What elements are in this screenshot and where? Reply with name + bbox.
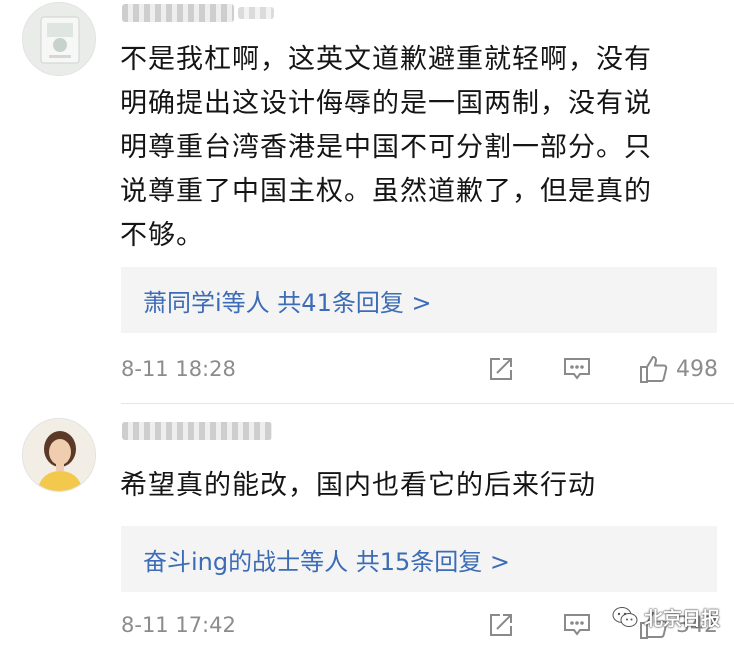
blurred-name <box>122 422 272 440</box>
watermark: 北京日报 <box>612 600 720 634</box>
share-icon[interactable] <box>484 608 518 642</box>
comment-time: 8-11 18:28 <box>121 357 236 381</box>
share-icon[interactable] <box>484 352 518 386</box>
replies-link[interactable]: 萧同学i等人 共41条回复 > <box>121 267 717 333</box>
blurred-name <box>122 4 234 22</box>
replies-link[interactable]: 奋斗ing的战士等人 共15条回复 > <box>121 526 717 592</box>
like-count: 498 <box>676 356 718 382</box>
avatar-image <box>23 419 95 491</box>
comment-text: 不是我杠啊，这英文道歉避重就轻啊，没有 明确提出这设计侮辱的是一国两制，没有说 … <box>120 44 652 251</box>
comment-actions: 498 <box>484 352 718 386</box>
thumbs-up-icon[interactable] <box>636 352 670 386</box>
comment-item: 不是我杠啊，这英文道歉避重就轻啊，没有 明确提出这设计侮辱的是一国两制，没有说 … <box>0 0 734 404</box>
username-blurred[interactable] <box>122 420 272 442</box>
username-blurred[interactable] <box>122 2 274 24</box>
blurred-badge <box>238 7 274 19</box>
avatar-image <box>23 3 95 75</box>
comment-text: 希望真的能改，国内也看它的后来行动 <box>120 470 596 501</box>
comment-meta: 8-11 18:28 498 <box>121 352 718 386</box>
wechat-icon <box>612 607 638 627</box>
comment-time: 8-11 17:42 <box>121 613 236 637</box>
comment-reply-icon[interactable] <box>560 608 594 642</box>
comment-reply-icon[interactable] <box>560 352 594 386</box>
watermark-text: 北京日报 <box>644 607 721 630</box>
avatar[interactable] <box>22 2 96 76</box>
avatar[interactable] <box>22 418 96 492</box>
